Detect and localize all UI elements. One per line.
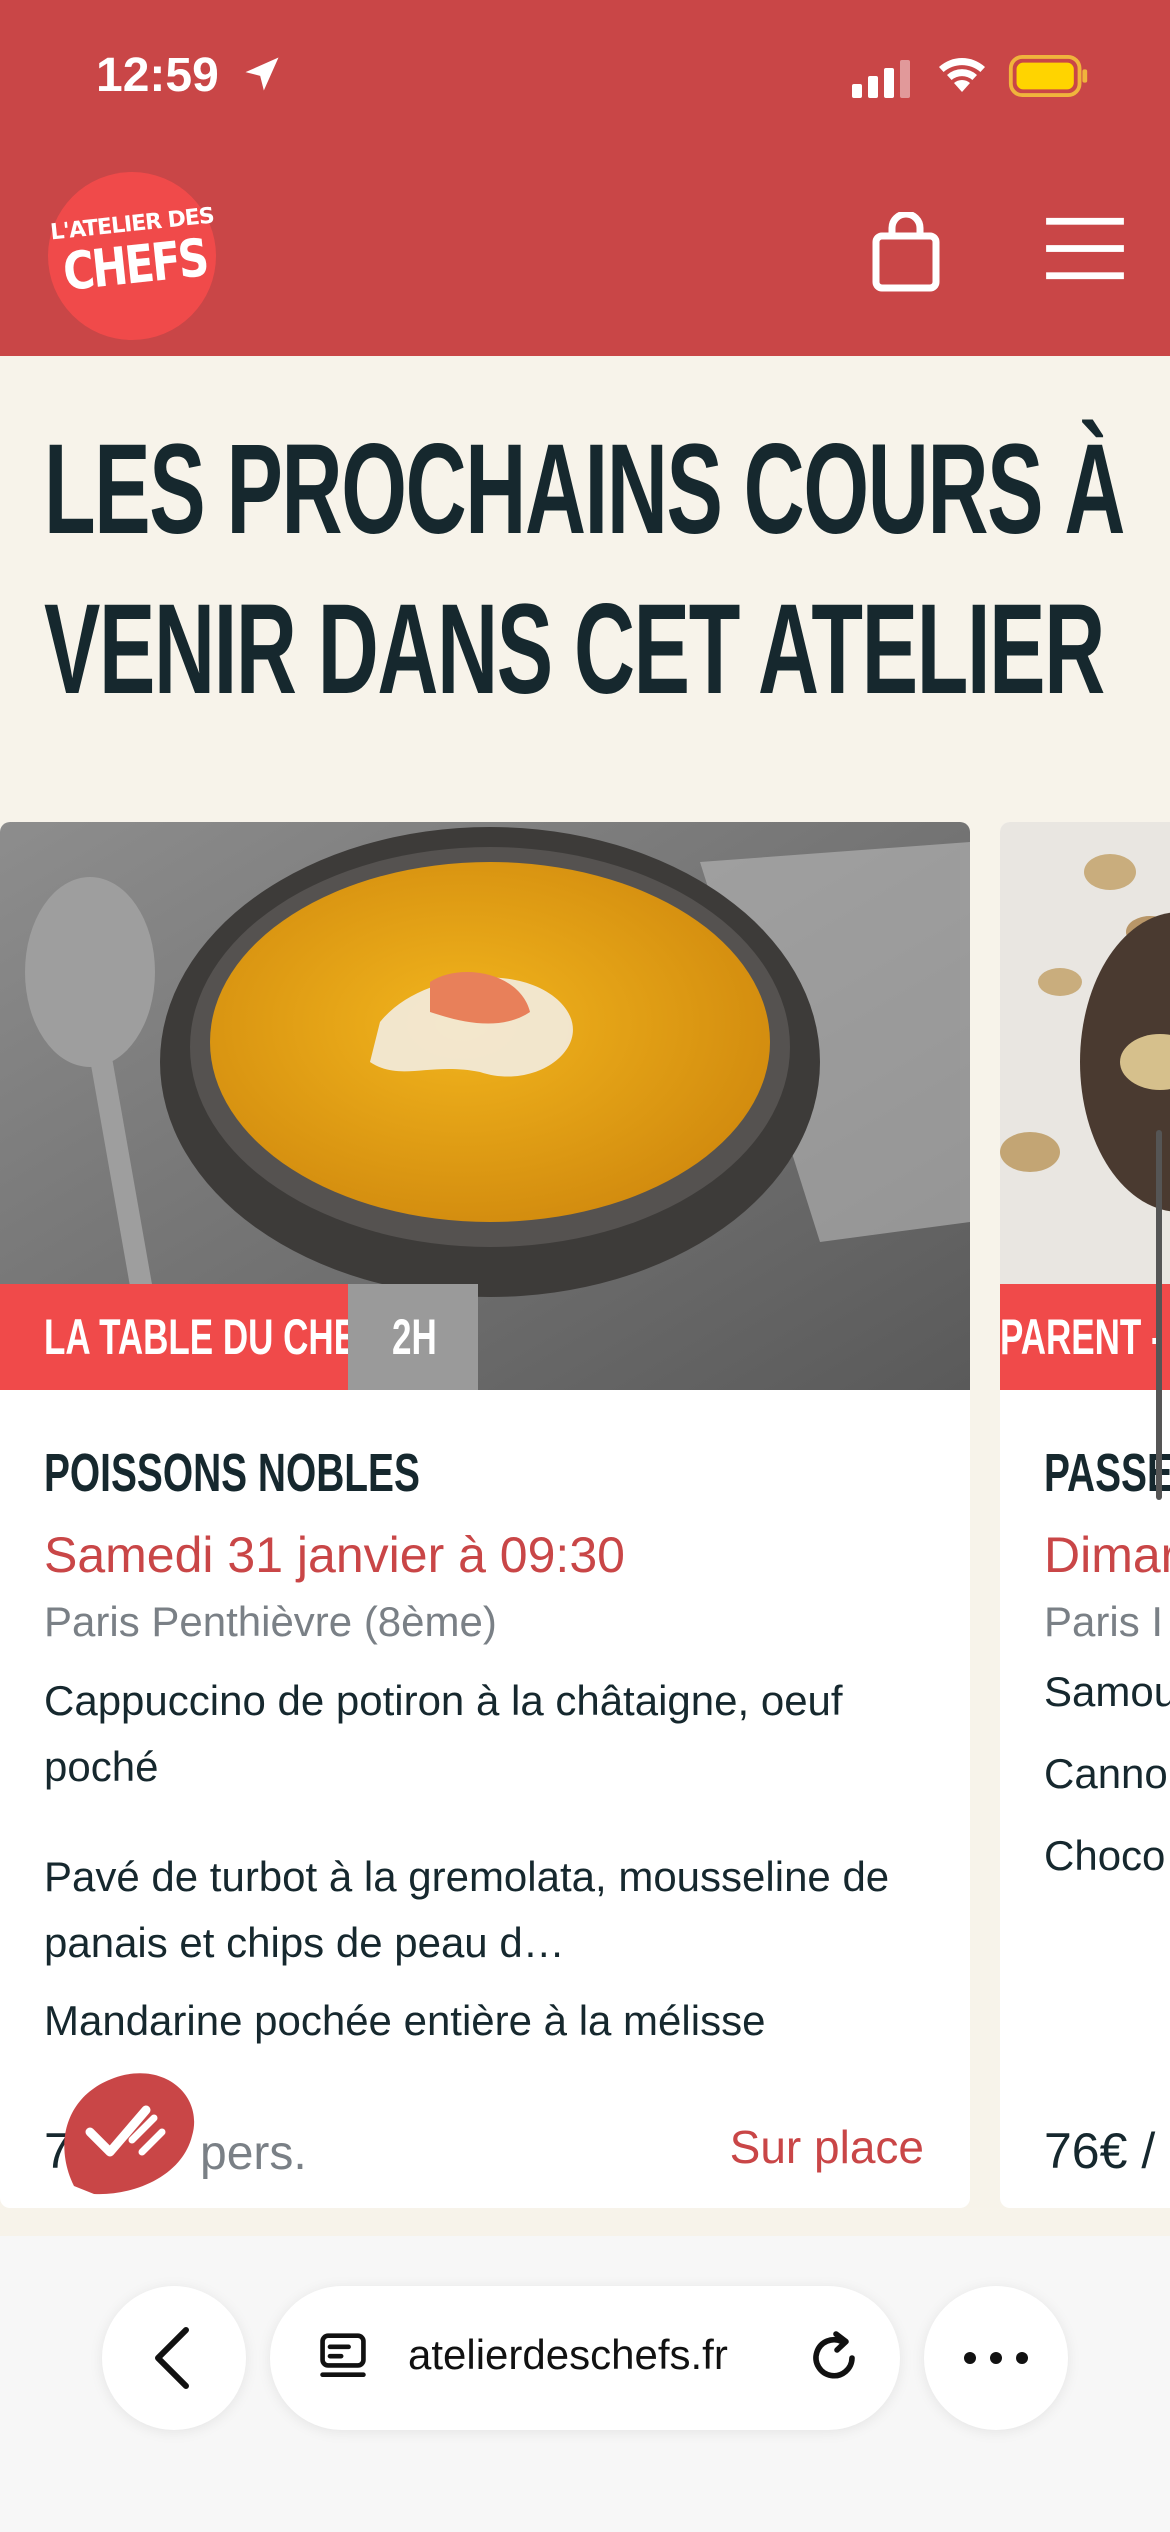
course-name: POISSONS NOBLES	[44, 1443, 420, 1503]
hamburger-menu-icon[interactable]	[1046, 214, 1124, 284]
shopping-bag-icon[interactable]	[870, 212, 942, 292]
course-date: Samedi 31 janvier à 09:30	[44, 1527, 625, 1583]
chat-bubble-icon[interactable]	[54, 2066, 198, 2204]
menu-item: Mandarine pochée entière à la mélisse	[44, 1997, 766, 2044]
more-dots-icon	[964, 2352, 1028, 2364]
tabs-icon	[320, 2333, 366, 2378]
location-arrow-icon	[245, 57, 279, 91]
duration-tag: 2H	[348, 1284, 478, 1390]
course-location: Paris I	[1044, 1598, 1164, 1645]
logo-text-bottom: CHEFS	[60, 228, 210, 304]
top-header: 12:59 L'ATELIER DES CHEFS	[0, 0, 1170, 356]
course-type-tag: LA TABLE DU CHEF	[0, 1284, 348, 1390]
page-title: LES PROCHAINS COURS À VENIR DANS CET ATE…	[44, 418, 1125, 721]
url-text: atelierdeschefs.fr	[408, 2331, 728, 2378]
menu-item: Samou	[1044, 1668, 1170, 1715]
address-bar[interactable]: atelierdeschefs.fr	[270, 2286, 900, 2430]
course-mode: Sur place	[729, 2121, 924, 2173]
menu-item: Canno	[1044, 1750, 1168, 1797]
course-card[interactable]: LA TABLE DU CHEF 2H POISSONS NOBLES Same…	[0, 822, 970, 2208]
course-location: Paris Penthièvre (8ème)	[44, 1598, 497, 1645]
brand-logo[interactable]: L'ATELIER DES CHEFS	[48, 172, 216, 340]
course-price: 76€ /	[1044, 2123, 1156, 2179]
browser-toolbar: atelierdeschefs.fr	[0, 2236, 1170, 2532]
wifi-icon	[939, 58, 985, 92]
course-name: PASSEP	[1044, 1443, 1170, 1503]
reload-icon[interactable]	[806, 2330, 862, 2386]
menu-item: Choco	[1044, 1832, 1166, 1879]
course-date: Dimar	[1044, 1527, 1170, 1583]
more-options-button[interactable]	[924, 2286, 1068, 2430]
course-card[interactable]: PARENT - PASSEP Dimar Paris I Samou Cann…	[1000, 822, 1170, 2208]
menu-item: Cappuccino de potiron à la châtaigne, oe…	[44, 1677, 843, 1790]
scroll-indicator	[1156, 1130, 1162, 1500]
menu-item: Pavé de turbot à la gremolata, mousselin…	[44, 1853, 890, 1966]
chevron-left-icon	[155, 2327, 189, 2389]
status-time: 12:59	[96, 49, 219, 102]
battery-icon	[1008, 55, 1088, 97]
price-unit: pers.	[200, 2127, 307, 2180]
course-type-tag: PARENT -	[1000, 1284, 1170, 1390]
signal-icon	[852, 60, 910, 98]
back-button[interactable]	[102, 2286, 246, 2430]
